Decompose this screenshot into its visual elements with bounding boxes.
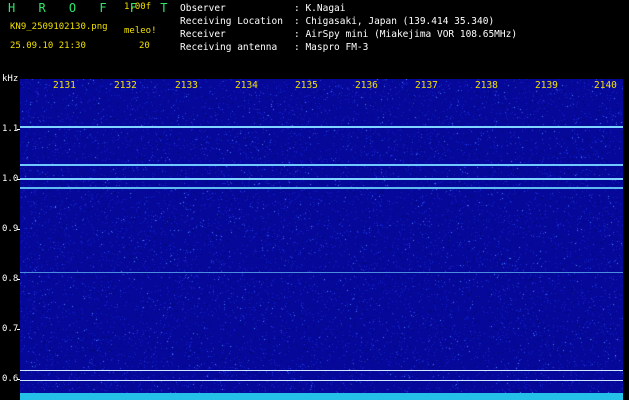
info-row-location: Receiving Location : Chigasaki, Japan (1… (180, 15, 517, 28)
y-tick-label: 1.0 (2, 174, 19, 184)
x-tick-label: 2134 (235, 80, 258, 91)
x-tick-label: 2139 (535, 80, 558, 91)
datetime-label: 25.09.10 21:30 (10, 41, 86, 51)
y-tick-label: 0.9 (2, 224, 19, 234)
info-row-antenna: Receiving antenna : Maspro FM-3 (180, 41, 517, 54)
x-tick-label: 2135 (295, 80, 318, 91)
y-tick (17, 129, 20, 130)
y-tick (17, 329, 20, 330)
signal-line (20, 380, 623, 381)
info-value: : Chigasaki, Japan (139.414 35.340) (294, 16, 495, 27)
info-value: : Maspro FM-3 (294, 42, 369, 53)
signal-line (20, 178, 623, 180)
x-tick-label: 2133 (175, 80, 198, 91)
header-panel: H R O F F T 1.00f KN9_2509102130.png mel… (0, 0, 629, 75)
meteor-label: meleo! (124, 26, 157, 36)
meteor-count: 20 (139, 41, 150, 51)
y-tick-label: 0.8 (2, 274, 19, 284)
info-value: : K.Nagai (294, 3, 346, 14)
signal-line (20, 126, 623, 128)
y-tick-label: 1.1 (2, 124, 19, 134)
signal-line (20, 187, 623, 189)
signal-line (20, 272, 623, 273)
info-row-receiver: Receiver : AirSpy mini (Miakejima VOR 10… (180, 28, 517, 41)
y-tick (17, 229, 20, 230)
info-key: Observer (180, 3, 226, 14)
signal-line (20, 164, 623, 166)
info-key: Receiver (180, 29, 226, 40)
x-tick-label: 2140 (594, 80, 617, 91)
x-tick-label: 2132 (114, 80, 137, 91)
info-key: Receiving Location (180, 16, 283, 27)
x-tick-label: 2137 (415, 80, 438, 91)
y-axis-unit: kHz (2, 74, 19, 84)
info-value: : AirSpy mini (Miakejima VOR 108.65MHz) (294, 29, 518, 40)
signal-line (20, 370, 623, 371)
info-block: Observer : K.Nagai Receiving Location : … (180, 2, 517, 54)
version-label: 1.00f (124, 2, 152, 12)
filename-label: KN9_2509102130.png (10, 22, 108, 32)
y-tick-label: 0.6 (2, 374, 19, 384)
x-tick-label: 2131 (53, 80, 76, 91)
y-tick (17, 179, 20, 180)
info-row-observer: Observer : K.Nagai (180, 2, 517, 15)
x-tick-label: 2138 (475, 80, 498, 91)
noise-floor-bar (20, 393, 623, 400)
x-tick-label: 2136 (355, 80, 378, 91)
y-tick (17, 279, 20, 280)
y-tick (17, 379, 20, 380)
info-key: Receiving antenna (180, 42, 278, 53)
y-tick-label: 0.7 (2, 324, 19, 334)
